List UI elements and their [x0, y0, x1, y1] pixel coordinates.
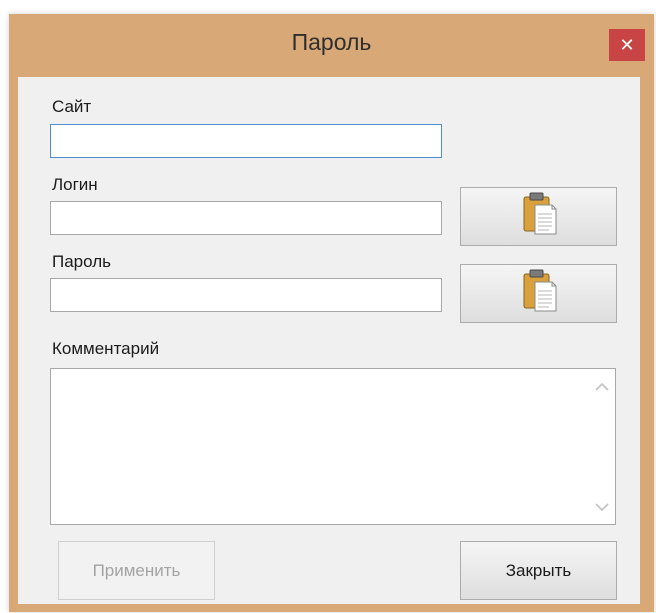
clipboard-icon	[519, 269, 559, 318]
copy-login-button[interactable]	[460, 187, 617, 246]
login-label: Логин	[52, 175, 98, 194]
site-input[interactable]	[50, 124, 442, 158]
apply-button[interactable]: Применить	[58, 541, 215, 600]
dialog-client-area: Сайт Логин Пароль Комментарий Применить …	[18, 77, 640, 604]
window-title: Пароль	[291, 29, 372, 55]
login-input[interactable]	[50, 201, 442, 235]
comment-label: Комментарий	[52, 339, 160, 358]
close-window-button[interactable]: ✕	[609, 29, 645, 61]
title-bar: Пароль ✕	[9, 14, 654, 74]
close-button[interactable]: Закрыть	[460, 541, 617, 600]
scroll-up-arrow-icon[interactable]	[589, 373, 615, 399]
site-label: Сайт	[52, 97, 92, 116]
copy-password-button[interactable]	[460, 264, 617, 323]
password-dialog: Пароль ✕ Сайт Логин Пароль Комментарий П…	[9, 14, 654, 612]
password-label: Пароль	[52, 252, 111, 271]
close-icon: ✕	[619, 34, 635, 55]
comment-textarea[interactable]	[50, 368, 616, 525]
comment-scrollbar[interactable]	[589, 369, 615, 524]
scroll-down-arrow-icon[interactable]	[589, 494, 615, 520]
password-input[interactable]	[50, 278, 442, 312]
clipboard-icon	[519, 192, 559, 241]
